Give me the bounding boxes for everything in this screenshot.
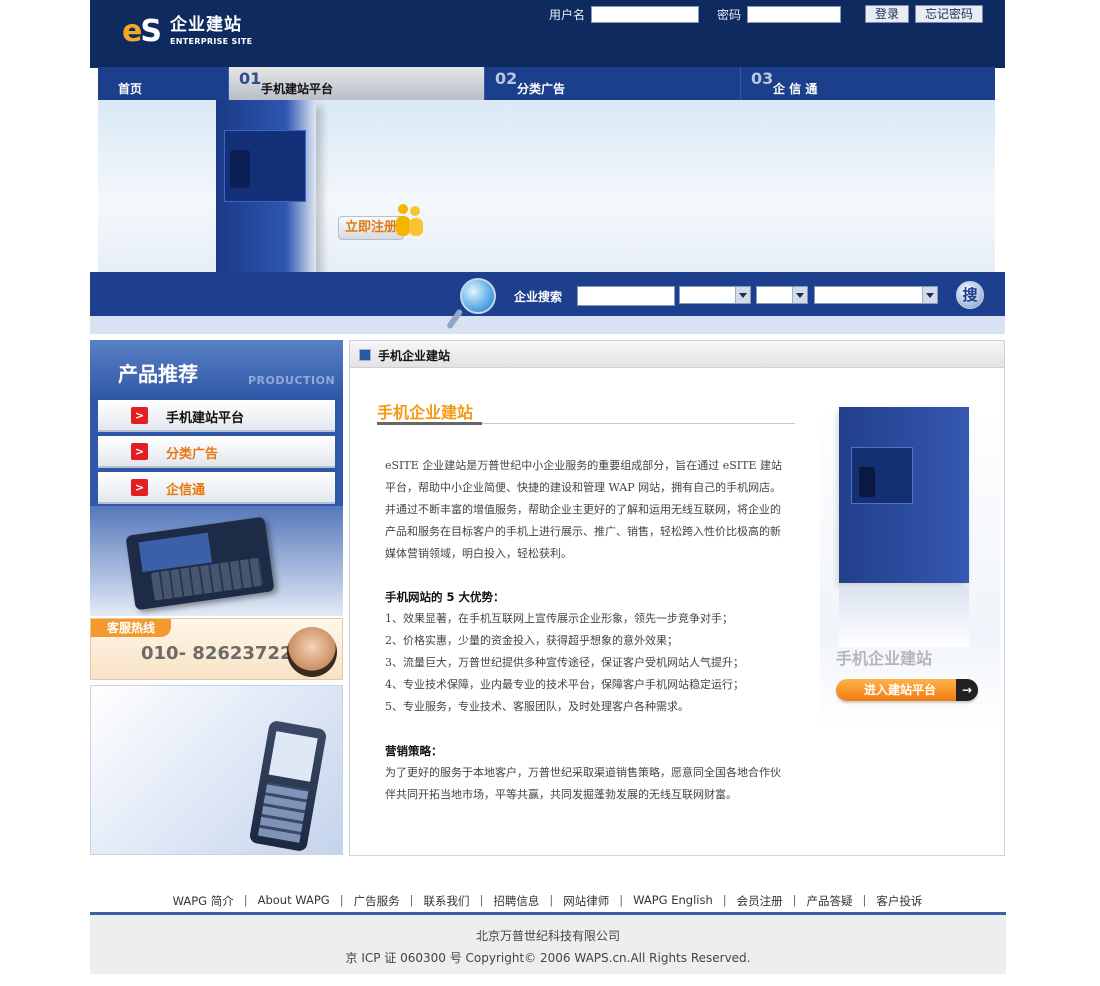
logo-mark: eS bbox=[122, 14, 162, 49]
footer-link-lawyer[interactable]: 网站律师 bbox=[553, 893, 619, 909]
chevron-down-icon bbox=[792, 287, 807, 303]
nav-home-label: 首页 bbox=[118, 82, 143, 96]
banner: 立即注册 bbox=[98, 100, 995, 272]
list-item: 3、流量巨大，万普世纪提供多种宣传途径，保证客户受机网站人气提升； bbox=[385, 656, 744, 669]
enter-platform-button[interactable]: 进入建站平台 → bbox=[836, 679, 978, 701]
footer-link-about-en[interactable]: About WAPG bbox=[248, 893, 340, 909]
footer-link-faq[interactable]: 产品答疑 bbox=[797, 893, 863, 909]
nav-number: 02 bbox=[495, 69, 518, 88]
advantages-title: 手机网站的 5 大优势： bbox=[385, 590, 505, 604]
title-underline bbox=[377, 422, 482, 425]
sidebar-header: 产品推荐 PRODUCTION bbox=[90, 340, 343, 398]
copyright: 京 ICP 证 060300 号 Copyright© 2006 WAPS.cn… bbox=[345, 951, 751, 965]
sidebar-item-label: 手机建站平台 bbox=[166, 411, 245, 426]
nav-label: 手机建站平台 bbox=[261, 82, 334, 96]
chevron-down-icon bbox=[922, 287, 937, 303]
platform-screenshot-image bbox=[839, 407, 969, 583]
logo[interactable]: eS 企业建站 ENTERPRISE SITE bbox=[122, 14, 252, 49]
sidebar-item-label: 分类广告 bbox=[166, 447, 219, 462]
footer-link-ads[interactable]: 广告服务 bbox=[344, 893, 410, 909]
login-button[interactable]: 登录 bbox=[864, 5, 909, 23]
visual-caption: 手机企业建站 bbox=[836, 649, 933, 668]
footer-link-jobs[interactable]: 招聘信息 bbox=[483, 893, 549, 909]
content-title: 手机企业建站 bbox=[377, 403, 474, 422]
strategy-title: 营销策略： bbox=[385, 744, 443, 758]
footer-link-about-cn[interactable]: WAPG 简介 bbox=[163, 893, 244, 909]
phone-icon bbox=[230, 150, 250, 188]
footer-links: WAPG 简介 | About WAPG | 广告服务 | 联系我们 | 招聘信息 | 网… bbox=[90, 893, 1005, 909]
list-item: 4、专业技术保障，业内最专业的技术平台，保障客户手机网站稳定运行； bbox=[385, 678, 744, 691]
list-item: 1、效果显著，在手机互联网上宣传展示企业形象，领先一步竞争对手； bbox=[385, 612, 733, 625]
main-nav: 首页 01 手机建站平台 02 分类广告 03 企 信 通 bbox=[98, 67, 995, 100]
sidebar-item-enterprise-messaging[interactable]: > 企信通 bbox=[98, 472, 335, 504]
search-label: 企业搜索 bbox=[514, 290, 563, 304]
footer-link-english[interactable]: WAPG English bbox=[623, 893, 723, 909]
hotline-tag: 客服热线 bbox=[91, 619, 171, 637]
nav-classified-ads[interactable]: 02 分类广告 bbox=[485, 67, 741, 100]
forgot-password-button[interactable]: 忘记密码 bbox=[914, 5, 983, 23]
sidebar-subtitle: PRODUCTION bbox=[248, 374, 336, 387]
footer-link-complaints[interactable]: 客户投诉 bbox=[866, 893, 932, 909]
content-header-title: 手机企业建站 bbox=[378, 349, 451, 363]
advantages-list: 1、效果显著，在手机互联网上宣传展示企业形象，领先一步竞争对手； 2、价格实惠，… bbox=[385, 608, 805, 718]
login-form: 用户名 密码 登录 忘记密码 bbox=[549, 5, 983, 23]
chevron-down-icon bbox=[735, 287, 750, 303]
sidebar-menu: > 手机建站平台 > 分类广告 > 企信通 bbox=[90, 398, 343, 508]
password-label: 密码 bbox=[716, 7, 741, 22]
arrow-right-icon: > bbox=[131, 443, 148, 460]
strategy-text: 为了更好的服务于本地客户，万普世纪采取渠道销售策略，愿意同全国各地合作伙伴共同开… bbox=[385, 766, 781, 801]
search-select-2[interactable] bbox=[756, 286, 808, 304]
hotline-number: 010- 82623722 bbox=[141, 643, 293, 664]
bullet-icon bbox=[359, 349, 371, 361]
screenshot-reflection bbox=[839, 587, 969, 647]
nav-number: 03 bbox=[751, 69, 774, 88]
search-select-1[interactable] bbox=[679, 286, 751, 304]
company-name: 北京万普世纪科技有限公司 bbox=[475, 929, 620, 943]
sidebar-title: 产品推荐 bbox=[118, 362, 198, 386]
sidebar-device-image bbox=[90, 506, 343, 616]
sidebar-item-label: 企信通 bbox=[166, 483, 206, 498]
nav-number: 01 bbox=[239, 69, 262, 88]
username-label: 用户名 bbox=[548, 7, 585, 22]
nav-home[interactable]: 首页 bbox=[98, 67, 229, 100]
banner-screenshot-image bbox=[216, 100, 316, 272]
search-select-3[interactable] bbox=[814, 286, 938, 304]
search-input[interactable] bbox=[577, 286, 675, 306]
enter-platform-label: 进入建站平台 bbox=[864, 683, 937, 697]
search-button[interactable]: 搜 bbox=[956, 281, 984, 309]
content-header: 手机企业建站 bbox=[350, 341, 1004, 368]
magnifier-icon bbox=[445, 278, 500, 330]
content-panel: 手机企业建站 手机企业建站 eSITE 企业建站是万普世纪中小企业服务的重要组成… bbox=[349, 340, 1005, 856]
logo-text: 企业建站 ENTERPRISE SITE bbox=[170, 17, 252, 46]
password-input[interactable] bbox=[746, 5, 841, 23]
search-bar-strip bbox=[90, 316, 1005, 334]
sidebar-item-mobile-site[interactable]: > 手机建站平台 bbox=[98, 400, 335, 432]
footer: 北京万普世纪科技有限公司 京 ICP 证 060300 号 Copyright©… bbox=[90, 915, 1006, 974]
arrow-right-icon: > bbox=[131, 479, 148, 496]
arrow-right-icon: > bbox=[131, 407, 148, 424]
people-icon bbox=[394, 204, 426, 238]
support-agent-avatar bbox=[287, 627, 337, 677]
nav-label: 分类广告 bbox=[517, 82, 566, 96]
nav-label: 企 信 通 bbox=[773, 82, 818, 96]
hotline-box: 客服热线 010- 82623722 bbox=[90, 618, 343, 680]
sidebar-phone-image bbox=[90, 685, 343, 855]
list-item: 5、专业服务，专业技术、客服团队，及时处理客户各种需求。 bbox=[385, 700, 689, 713]
footer-link-contact[interactable]: 联系我们 bbox=[413, 893, 479, 909]
username-input[interactable] bbox=[590, 5, 699, 23]
nav-enterprise-messaging[interactable]: 03 企 信 通 bbox=[741, 67, 995, 100]
list-item: 2、价格实惠，少量的资金投入，获得超乎想象的意外效果； bbox=[385, 634, 678, 647]
logo-title: 企业建站 bbox=[169, 15, 242, 35]
header: eS 企业建站 ENTERPRISE SITE 用户名 密码 登录 忘记密码 bbox=[90, 0, 1005, 68]
intro-text: eSITE 企业建站是万普世纪中小企业服务的重要组成部分，旨在通过 eSITE … bbox=[385, 459, 783, 560]
arrow-right-icon: → bbox=[956, 679, 978, 701]
sidebar-item-classified-ads[interactable]: > 分类广告 bbox=[98, 436, 335, 468]
nav-mobile-site-platform[interactable]: 01 手机建站平台 bbox=[229, 67, 485, 100]
footer-link-register[interactable]: 会员注册 bbox=[727, 893, 793, 909]
logo-subtitle: ENTERPRISE SITE bbox=[169, 37, 253, 46]
